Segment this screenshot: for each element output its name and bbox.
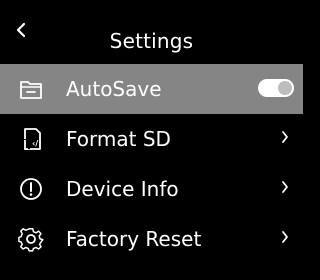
sd-card-icon: ‹/› [18, 126, 44, 152]
menu-item-label: AutoSave [66, 77, 162, 101]
info-icon [18, 176, 44, 202]
chevron-right-icon [280, 130, 290, 144]
header: Settings [0, 0, 303, 53]
chevron-right-icon [280, 180, 290, 194]
gear-icon [18, 226, 44, 252]
menu-item-label: Device Info [66, 177, 179, 201]
menu-item-factory-reset[interactable]: Factory Reset [0, 214, 303, 264]
folder-icon [18, 76, 44, 102]
menu-item-label: Factory Reset [66, 227, 202, 251]
chevron-right-icon [280, 230, 290, 244]
toggle-knob [278, 81, 292, 95]
menu-item-autosave[interactable]: AutoSave [0, 64, 303, 114]
page-title: Settings [109, 29, 194, 53]
settings-screen: Settings AutoSave ‹/› Format SD Device I… [0, 0, 303, 280]
menu-item-format-sd[interactable]: ‹/› Format SD [0, 114, 303, 164]
svg-text:‹/›: ‹/› [32, 139, 42, 148]
menu-item-label: Format SD [66, 127, 171, 151]
autosave-toggle[interactable] [258, 79, 294, 97]
menu-item-device-info[interactable]: Device Info [0, 164, 303, 214]
